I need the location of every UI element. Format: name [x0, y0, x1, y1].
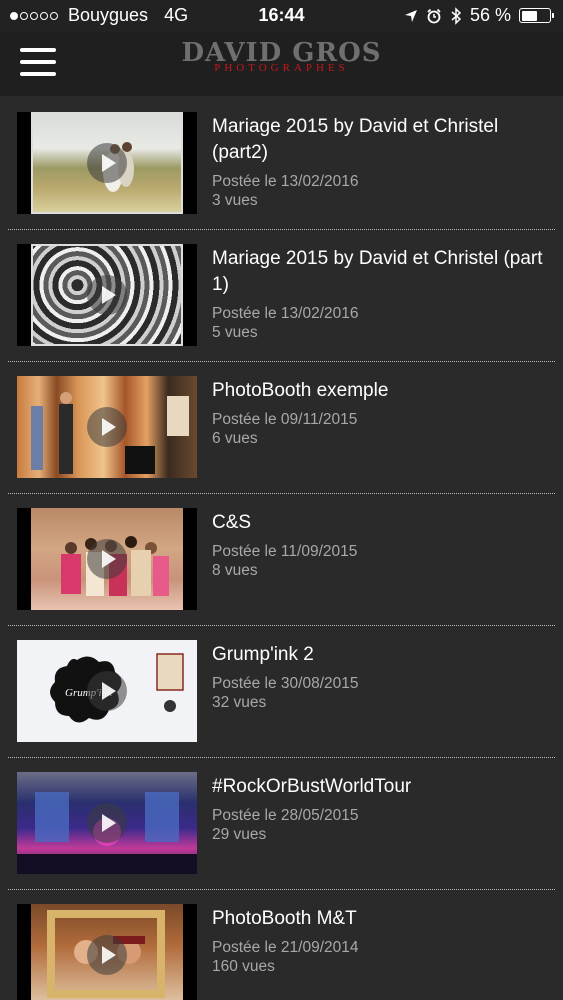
app-header: DAVID GROS PHOTOGRAPHES	[0, 32, 563, 96]
video-title[interactable]: Mariage 2015 by David et Christel (part2…	[212, 114, 552, 166]
video-item[interactable]: #RockOrBustWorldTour Postée le 28/05/201…	[0, 758, 563, 890]
video-views: 29 vues	[212, 826, 267, 843]
battery-percent: 56 %	[469, 5, 511, 25]
video-thumbnail[interactable]	[17, 904, 197, 1000]
play-icon[interactable]	[87, 539, 127, 579]
status-bar: Bouygues 4G 16:44 56 %	[0, 0, 563, 32]
video-item[interactable]: PhotoBooth M&T Postée le 21/09/2014 160 …	[0, 890, 563, 1000]
video-thumbnail[interactable]	[17, 376, 197, 478]
play-icon[interactable]	[87, 803, 127, 843]
video-views: 32 vues	[212, 694, 267, 711]
video-date: Postée le 13/02/2016	[212, 173, 359, 190]
video-date: Postée le 13/02/2016	[212, 305, 359, 322]
video-thumbnail[interactable]	[17, 772, 197, 874]
play-icon[interactable]	[87, 143, 127, 183]
video-date: Postée le 21/09/2014	[212, 939, 359, 956]
video-title[interactable]: Grump'ink 2	[212, 642, 552, 668]
video-date: Postée le 28/05/2015	[212, 807, 359, 824]
video-list: Mariage 2015 by David et Christel (part2…	[0, 98, 563, 1000]
brand-logo: DAVID GROS PHOTOGRAPHES	[0, 40, 563, 74]
video-item[interactable]: C&S Postée le 11/09/2015 8 vues	[0, 494, 563, 626]
logo-subtitle: PHOTOGRAPHES	[214, 62, 349, 74]
video-item[interactable]: PhotoBooth exemple Postée le 09/11/2015 …	[0, 362, 563, 494]
video-title[interactable]: PhotoBooth exemple	[212, 378, 552, 404]
alarm-clock-icon	[427, 8, 441, 23]
play-icon[interactable]	[87, 671, 127, 711]
play-icon[interactable]	[87, 275, 127, 315]
battery-icon	[519, 8, 554, 23]
video-item[interactable]: Grump'ink Grump'ink 2 Postée le 30/08/20…	[0, 626, 563, 758]
video-date: Postée le 30/08/2015	[212, 675, 359, 692]
video-views: 160 vues	[212, 958, 275, 975]
video-thumbnail[interactable]	[17, 508, 197, 610]
location-arrow-icon	[404, 9, 417, 22]
video-date: Postée le 11/09/2015	[212, 543, 358, 560]
video-thumbnail[interactable]: Grump'ink	[17, 640, 197, 742]
video-views: 5 vues	[212, 324, 258, 341]
video-title[interactable]: Mariage 2015 by David et Christel (part …	[212, 246, 552, 298]
play-icon[interactable]	[87, 935, 127, 975]
video-views: 8 vues	[212, 562, 258, 579]
video-date: Postée le 09/11/2015	[212, 411, 358, 428]
video-item[interactable]: Mariage 2015 by David et Christel (part …	[0, 230, 563, 362]
video-title[interactable]: PhotoBooth M&T	[212, 906, 552, 932]
video-title[interactable]: C&S	[212, 510, 552, 536]
play-icon[interactable]	[87, 407, 127, 447]
video-thumbnail[interactable]	[17, 244, 197, 346]
video-item[interactable]: Mariage 2015 by David et Christel (part2…	[0, 98, 563, 230]
video-views: 3 vues	[212, 192, 258, 209]
bluetooth-icon	[451, 6, 462, 25]
video-title[interactable]: #RockOrBustWorldTour	[212, 774, 552, 800]
video-views: 6 vues	[212, 430, 258, 447]
video-thumbnail[interactable]	[17, 112, 197, 214]
